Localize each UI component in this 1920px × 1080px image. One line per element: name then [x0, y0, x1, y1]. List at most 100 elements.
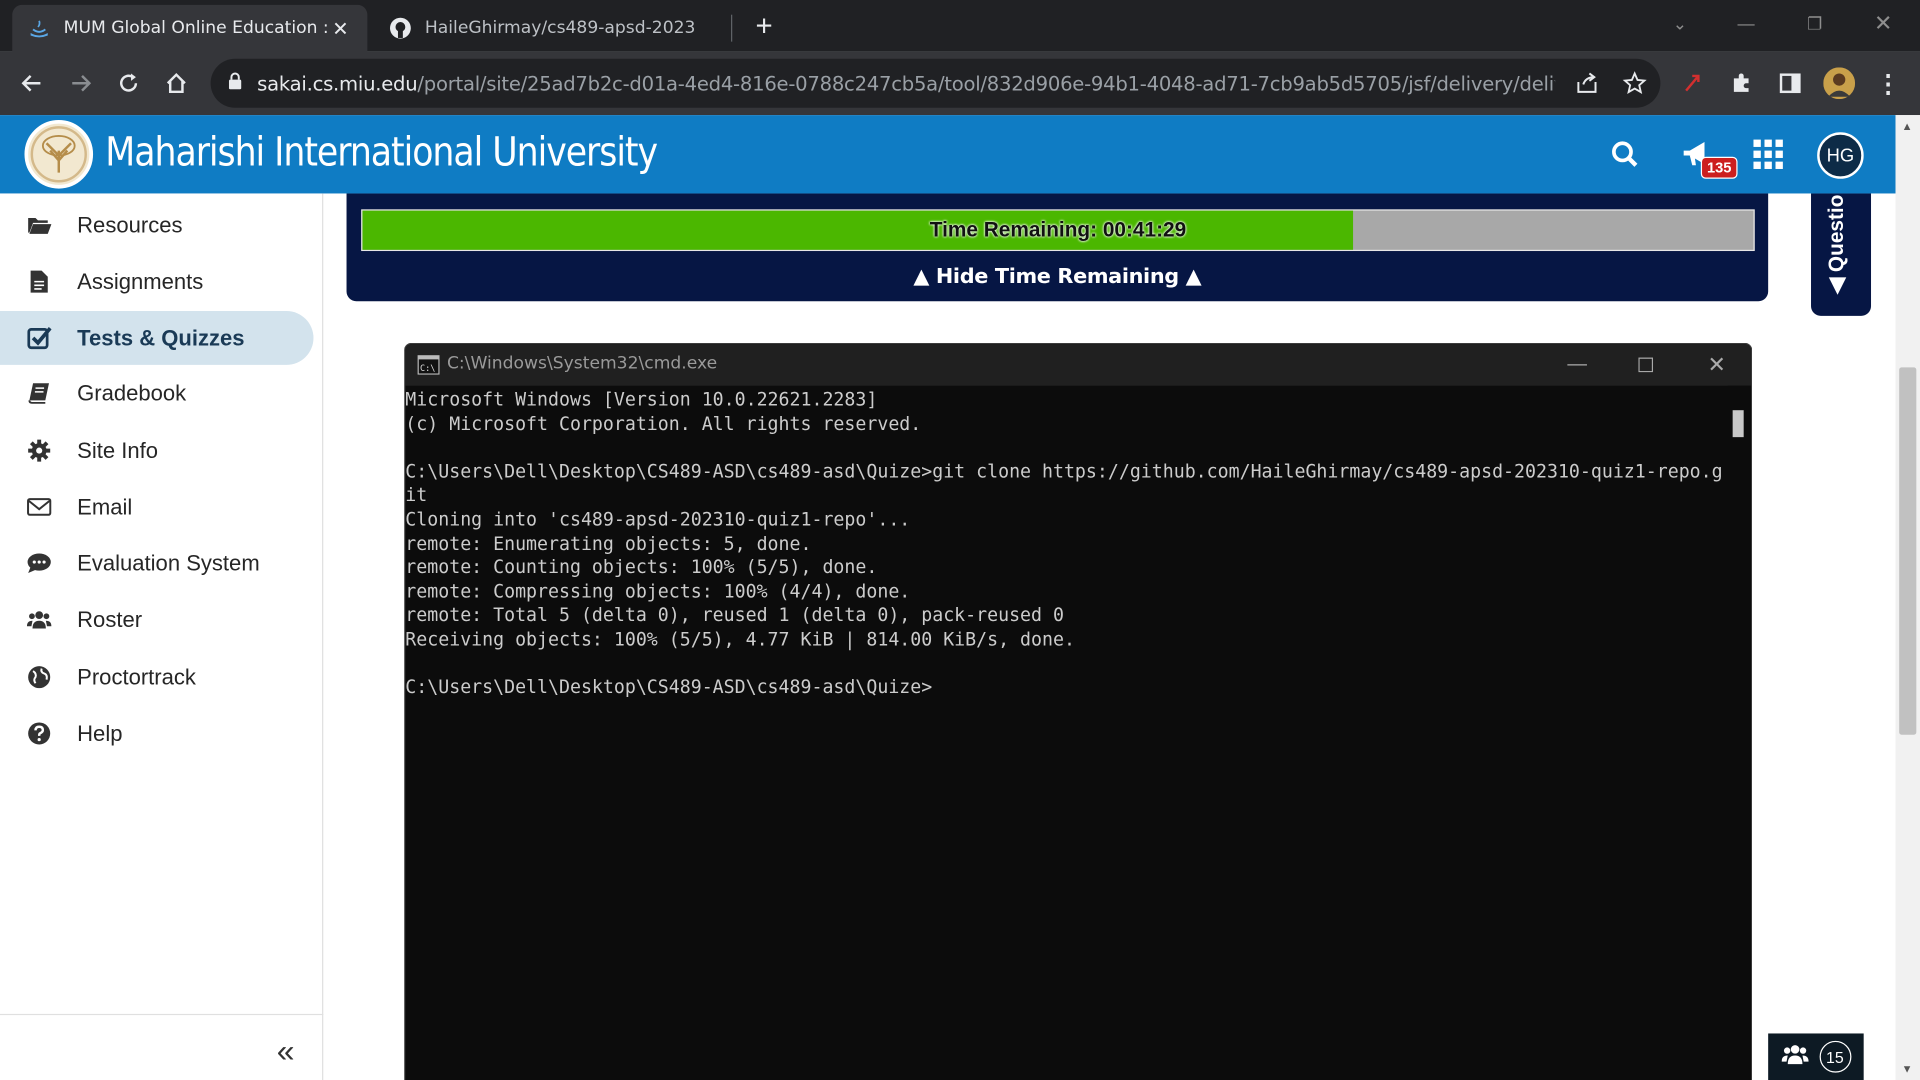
lock-icon[interactable] — [228, 71, 243, 95]
time-remaining-bar: Time Remaining: 00:41:29 — [361, 209, 1755, 252]
url-text[interactable]: sakai.cs.miu.edu/portal/site/25ad7b2c-d0… — [257, 72, 1555, 95]
browser-tab-github[interactable]: HaileGhirmay/cs489-apsd-2023 — [373, 5, 728, 52]
sidebar-item-resources[interactable]: Resources — [0, 198, 313, 252]
close-window-icon[interactable]: ✕ — [1859, 7, 1908, 39]
university-logo[interactable] — [24, 120, 94, 189]
sidebar-item-evaluation-system[interactable]: Evaluation System — [0, 536, 313, 590]
apps-grid-icon[interactable] — [1749, 135, 1788, 174]
sidebar-item-label: Site Info — [77, 437, 159, 463]
cmd-minimize-icon[interactable]: — — [1549, 349, 1605, 381]
scroll-up-icon[interactable]: ▲ — [1902, 120, 1913, 132]
console-line: remote: Counting objects: 100% (5/5), do… — [405, 556, 878, 579]
console-line: Receiving objects: 100% (5/5), 4.77 KiB … — [405, 628, 1075, 651]
page-scrollbar-thumb[interactable] — [1899, 367, 1917, 735]
speech-bubble-icon — [27, 551, 51, 575]
console-line: Microsoft Windows [Version 10.0.22621.22… — [405, 388, 878, 411]
sidebar-item-label: Assignments — [77, 268, 204, 294]
hide-time-remaining-link[interactable]: ▲ Hide Time Remaining ▲ — [347, 264, 1769, 288]
sidebar-item-help[interactable]: Help — [0, 707, 313, 761]
share-icon[interactable] — [1570, 66, 1604, 100]
site-header: Maharishi International University — [0, 115, 1896, 194]
cmd-scrollbar[interactable] — [1727, 385, 1752, 1080]
sidebar-item-site-info[interactable]: Site Info — [0, 424, 313, 478]
console-line: remote: Total 5 (delta 0), reused 1 (del… — [405, 604, 1064, 627]
sidebar-item-proctortrack[interactable]: Proctortrack — [0, 650, 313, 704]
home-icon[interactable] — [159, 66, 193, 100]
cmd-scrollbar-thumb[interactable] — [1732, 410, 1744, 438]
question-circle-icon — [27, 721, 51, 745]
console-line: C:\Users\Dell\Desktop\CS489-ASD\cs489-as… — [405, 460, 1723, 483]
site-sidebar: Resources Assignments Tests & Quizzes Gr… — [0, 193, 324, 1080]
page-scrollbar[interactable]: ▲ ▼ — [1895, 115, 1920, 1080]
globe-icon — [27, 665, 51, 689]
book-icon — [27, 381, 51, 405]
sidebar-item-label: Roster — [77, 606, 143, 632]
address-bar[interactable]: sakai.cs.miu.edu/portal/site/25ad7b2c-d0… — [210, 58, 1661, 108]
search-icon[interactable] — [1605, 135, 1644, 174]
bookmark-star-icon[interactable] — [1618, 66, 1652, 100]
back-icon[interactable] — [15, 66, 49, 100]
user-avatar[interactable]: HG — [1817, 132, 1864, 179]
presence-widget[interactable]: 15 — [1768, 1033, 1864, 1080]
github-icon — [388, 16, 412, 40]
screen: MUM Global Online Education : ✕ HaileGhi… — [0, 0, 1920, 1080]
sidebar-item-email[interactable]: Email — [0, 480, 313, 534]
sidebar-item-label: Evaluation System — [77, 550, 260, 575]
browser-tab-active[interactable]: MUM Global Online Education : ✕ — [12, 4, 368, 52]
minimize-icon[interactable]: — — [1722, 7, 1771, 39]
cmd-title: C:\Windows\System32\cmd.exe — [446, 353, 718, 374]
cmd-maximize-icon[interactable] — [1618, 349, 1674, 381]
cmd-app-icon: C:\ — [417, 355, 440, 375]
extensions-puzzle-icon[interactable] — [1724, 66, 1758, 100]
graduation-cap-icon — [27, 16, 51, 40]
reload-icon[interactable] — [111, 66, 145, 100]
close-tab-icon[interactable]: ✕ — [328, 16, 352, 40]
collapse-sidebar-icon[interactable]: « — [277, 1032, 295, 1070]
restore-icon[interactable]: ❐ — [1790, 7, 1839, 39]
console-line: (c) Microsoft Corporation. All rights re… — [405, 412, 922, 435]
gear-icon — [27, 438, 51, 462]
sidebar-item-tests-quizzes[interactable]: Tests & Quizzes — [0, 311, 314, 365]
folder-open-icon — [27, 213, 52, 237]
sidebar-item-roster[interactable]: Roster — [0, 593, 313, 647]
notification-badge[interactable]: 135 — [1700, 156, 1738, 179]
sidebar-item-gradebook[interactable]: Gradebook — [0, 366, 313, 420]
checkbox-icon — [27, 326, 52, 350]
cmd-close-icon[interactable]: ✕ — [1689, 349, 1745, 381]
site-name[interactable]: Maharishi International University — [105, 127, 658, 175]
cmd-window[interactable]: C:\ C:\Windows\System32\cmd.exe — ✕ Micr… — [404, 342, 1753, 1080]
tab-separator — [731, 14, 733, 42]
browser-menu-icon[interactable]: ⋮ — [1871, 66, 1905, 100]
svg-text:C:\: C:\ — [420, 364, 435, 374]
users-icon — [1781, 1043, 1808, 1071]
sidebar-item-assignments[interactable]: Assignments — [0, 255, 313, 309]
console-line: it — [405, 484, 428, 507]
new-tab-button[interactable]: + — [747, 10, 781, 44]
sidebar-item-label: Email — [77, 494, 133, 519]
extension-red-icon[interactable] — [1675, 66, 1709, 100]
console-line: Cloning into 'cs489-apsd-202310-quiz1-re… — [405, 508, 911, 531]
forward-icon[interactable] — [64, 66, 98, 100]
scroll-down-icon[interactable]: ▼ — [1902, 1063, 1913, 1075]
tab-title: HaileGhirmay/cs489-apsd-2023 — [424, 18, 696, 38]
tab-search-icon[interactable]: ⌄ — [1656, 7, 1705, 39]
cmd-titlebar[interactable]: C:\ C:\Windows\System32\cmd.exe — ✕ — [405, 344, 1752, 386]
console-line: C:\Users\Dell\Desktop\CS489-ASD\cs489-as… — [405, 676, 933, 699]
presence-count: 15 — [1818, 1040, 1851, 1073]
sidebar-item-label: Gradebook — [77, 380, 187, 405]
tab-title: MUM Global Online Education : — [63, 18, 329, 38]
users-icon — [26, 607, 52, 631]
console-line: remote: Compressing objects: 100% (4/4),… — [405, 580, 911, 603]
profile-avatar-icon[interactable] — [1822, 66, 1856, 100]
cmd-console-output[interactable]: Microsoft Windows [Version 10.0.22621.22… — [405, 388, 1727, 700]
envelope-icon — [27, 495, 52, 519]
questions-side-tab[interactable]: ◀ Questio — [1811, 193, 1872, 316]
time-remaining-text: Time Remaining: 00:41:29 — [929, 217, 1187, 242]
browser-toolbar: sakai.cs.miu.edu/portal/site/25ad7b2c-d0… — [0, 51, 1920, 116]
console-line: remote: Enumerating objects: 5, done. — [405, 532, 812, 555]
sidebar-item-label: Tests & Quizzes — [77, 325, 245, 350]
sidebar-item-label: Resources — [77, 212, 183, 237]
side-panel-icon[interactable] — [1773, 66, 1807, 100]
